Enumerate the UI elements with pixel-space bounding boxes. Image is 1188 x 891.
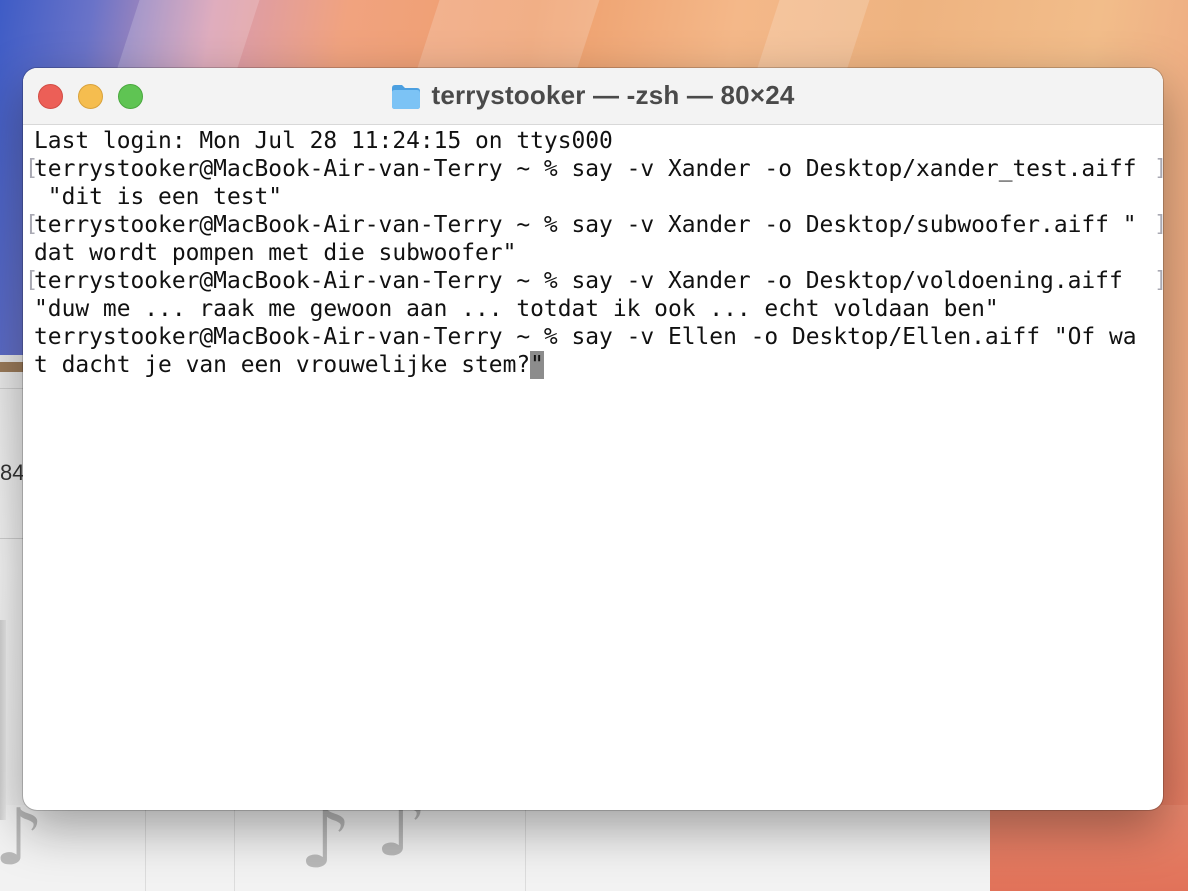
terminal-line-text: terrystooker@MacBook-Air-van-Terry ~ % s…: [34, 156, 1137, 182]
terminal-line-text: Last login: Mon Jul 28 11:24:15 on ttys0…: [34, 128, 613, 154]
music-note-icon: ♪: [299, 805, 352, 887]
terminal-line: "dit is een test": [34, 183, 1152, 211]
line-mark-right: ]: [1154, 213, 1163, 237]
line-mark-right: ]: [1154, 157, 1163, 181]
terminal-line: "duw me ... raak me gewoon aan ... totda…: [34, 295, 1152, 323]
terminal-window[interactable]: terrystooker — -zsh — 80×24 Last login: …: [23, 68, 1163, 810]
terminal-line: t dacht je van een vrouwelijke stem?": [34, 351, 1152, 379]
album-tile: ♪: [0, 805, 146, 891]
terminal-line: [terrystooker@MacBook-Air-van-Terry ~ % …: [25, 267, 1163, 295]
music-note-icon: ♪: [0, 805, 44, 877]
terminal-line: [terrystooker@MacBook-Air-van-Terry ~ % …: [25, 211, 1163, 239]
background-app-number: 84: [0, 460, 25, 485]
line-mark-right: ]: [1154, 269, 1163, 293]
terminal-line: dat wordt pompen met die subwoofer": [34, 239, 1152, 267]
album-tile: ♪ ♪: [235, 805, 526, 891]
terminal-line-text: t dacht je van een vrouwelijke stem?: [34, 352, 531, 378]
terminal-line: Last login: Mon Jul 28 11:24:15 on ttys0…: [34, 127, 1152, 155]
window-title-group: terrystooker — -zsh — 80×24: [23, 80, 1163, 111]
line-mark-left: [: [25, 156, 39, 181]
wallpaper-corner: [990, 805, 1188, 891]
terminal-line-text: terrystooker@MacBook-Air-van-Terry ~ % s…: [34, 268, 1137, 294]
window-title: terrystooker — -zsh — 80×24: [431, 80, 795, 110]
terminal-output[interactable]: Last login: Mon Jul 28 11:24:15 on ttys0…: [23, 125, 1163, 807]
album-tile: [146, 805, 235, 891]
terminal-line-text: "dit is een test": [34, 184, 283, 210]
terminal-line-text: terrystooker@MacBook-Air-van-Terry ~ % s…: [34, 212, 1137, 238]
text-cursor: ": [530, 351, 544, 379]
background-app-edge: [0, 620, 6, 820]
terminal-line-text: "duw me ... raak me gewoon aan ... totda…: [34, 296, 999, 322]
terminal-line-text: terrystooker@MacBook-Air-van-Terry ~ % s…: [34, 324, 1137, 350]
terminal-line: [terrystooker@MacBook-Air-van-Terry ~ % …: [25, 155, 1163, 183]
music-note-icon: ♪: [375, 805, 428, 875]
folder-icon: [391, 82, 421, 110]
terminal-line-text: dat wordt pompen met die subwoofer": [34, 240, 517, 266]
terminal-line: terrystooker@MacBook-Air-van-Terry ~ % s…: [34, 323, 1152, 351]
line-mark-left: [: [25, 212, 39, 237]
title-bar[interactable]: terrystooker — -zsh — 80×24: [23, 68, 1163, 125]
background-music-grid: ♪ ♪ ♪: [0, 805, 1000, 891]
album-tile: [526, 805, 997, 891]
line-mark-left: [: [25, 268, 39, 293]
